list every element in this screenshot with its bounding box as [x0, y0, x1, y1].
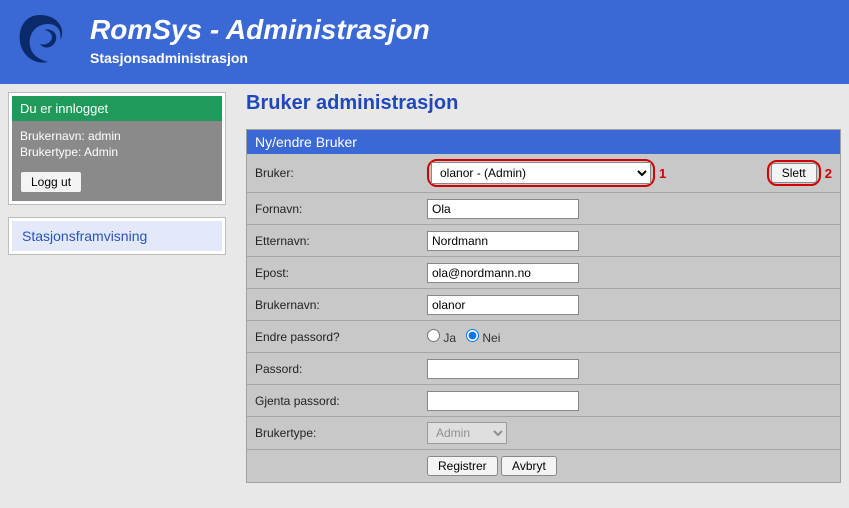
radio-nei[interactable]	[466, 329, 479, 342]
login-username: Brukernavn: admin	[20, 129, 214, 143]
label-brukertype: Brukertype:	[255, 426, 427, 440]
form-title: Ny/endre Bruker	[247, 130, 840, 154]
app-header: RomSys - Administrasjon Stasjonsadminist…	[0, 0, 849, 84]
annotation-highlight-1: olanor - (Admin)	[427, 159, 655, 187]
label-passord: Passord:	[255, 362, 427, 376]
nav-stasjonsframvisning[interactable]: Stasjonsframvisning	[12, 221, 222, 251]
nav-panel: Stasjonsframvisning	[8, 217, 226, 255]
fornavn-input[interactable]	[427, 199, 579, 219]
login-status-title: Du er innlogget	[12, 96, 222, 121]
label-bruker: Bruker:	[255, 166, 427, 180]
label-etternavn: Etternavn:	[255, 234, 427, 248]
avbryt-button[interactable]: Avbryt	[501, 456, 557, 476]
login-panel: Du er innlogget Brukernavn: admin Bruker…	[8, 92, 226, 205]
page-title: Bruker administrasjon	[246, 92, 841, 115]
label-epost: Epost:	[255, 266, 427, 280]
login-usertype: Brukertype: Admin	[20, 145, 214, 159]
passord-input[interactable]	[427, 359, 579, 379]
radio-ja-label[interactable]: Ja	[427, 329, 456, 345]
annotation-1: 1	[659, 166, 666, 181]
bruker-select[interactable]: olanor - (Admin)	[431, 162, 651, 184]
brukertype-select: Admin	[427, 422, 507, 444]
user-form: Ny/endre Bruker Bruker: olanor - (Admin)…	[246, 129, 841, 483]
annotation-highlight-2: Slett	[767, 160, 821, 186]
annotation-2: 2	[825, 166, 832, 181]
label-endre-passord: Endre passord?	[255, 330, 427, 344]
app-logo	[10, 10, 70, 70]
label-brukernavn: Brukernavn:	[255, 298, 427, 312]
gjenta-passord-input[interactable]	[427, 391, 579, 411]
label-gjenta-passord: Gjenta passord:	[255, 394, 427, 408]
epost-input[interactable]	[427, 263, 579, 283]
label-fornavn: Fornavn:	[255, 202, 427, 216]
slett-button[interactable]: Slett	[771, 163, 817, 183]
app-subtitle: Stasjonsadministrasjon	[90, 50, 430, 66]
logout-button[interactable]: Logg ut	[20, 171, 82, 193]
brukernavn-input[interactable]	[427, 295, 579, 315]
radio-nei-label[interactable]: Nei	[466, 329, 500, 345]
etternavn-input[interactable]	[427, 231, 579, 251]
registrer-button[interactable]: Registrer	[427, 456, 498, 476]
radio-ja[interactable]	[427, 329, 440, 342]
app-title: RomSys - Administrasjon	[90, 14, 430, 46]
